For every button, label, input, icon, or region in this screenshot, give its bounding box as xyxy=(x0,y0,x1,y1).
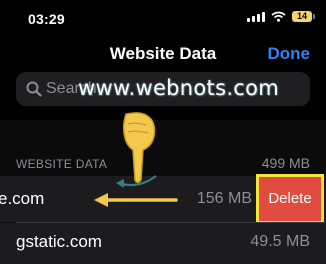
delete-button[interactable]: Delete xyxy=(256,174,324,224)
section-header: WEBSITE DATA xyxy=(16,157,108,171)
status-time: 03:29 xyxy=(28,11,65,27)
website-row[interactable]: gstatic.com 49.5 MB xyxy=(0,223,326,264)
status-bar: 03:29 14 xyxy=(0,0,326,34)
battery-icon: 14 xyxy=(292,11,315,22)
watermark: www.webnots.com xyxy=(78,76,280,100)
status-icons: 14 xyxy=(247,11,315,22)
swipe-arrow-icon xyxy=(94,193,178,207)
website-name: gstatic.com xyxy=(16,232,102,251)
website-name: e.com xyxy=(0,189,45,208)
wifi-icon xyxy=(271,11,286,22)
website-size: 156 MB xyxy=(196,190,252,207)
website-size: 49.5 MB xyxy=(250,233,310,250)
section-total-size: 499 MB xyxy=(261,155,310,171)
pointing-hand-icon xyxy=(122,112,156,184)
signal-icon xyxy=(247,11,265,22)
nav-bar: Website Data Done xyxy=(0,34,326,72)
search-icon xyxy=(26,81,42,97)
done-button[interactable]: Done xyxy=(268,44,311,64)
